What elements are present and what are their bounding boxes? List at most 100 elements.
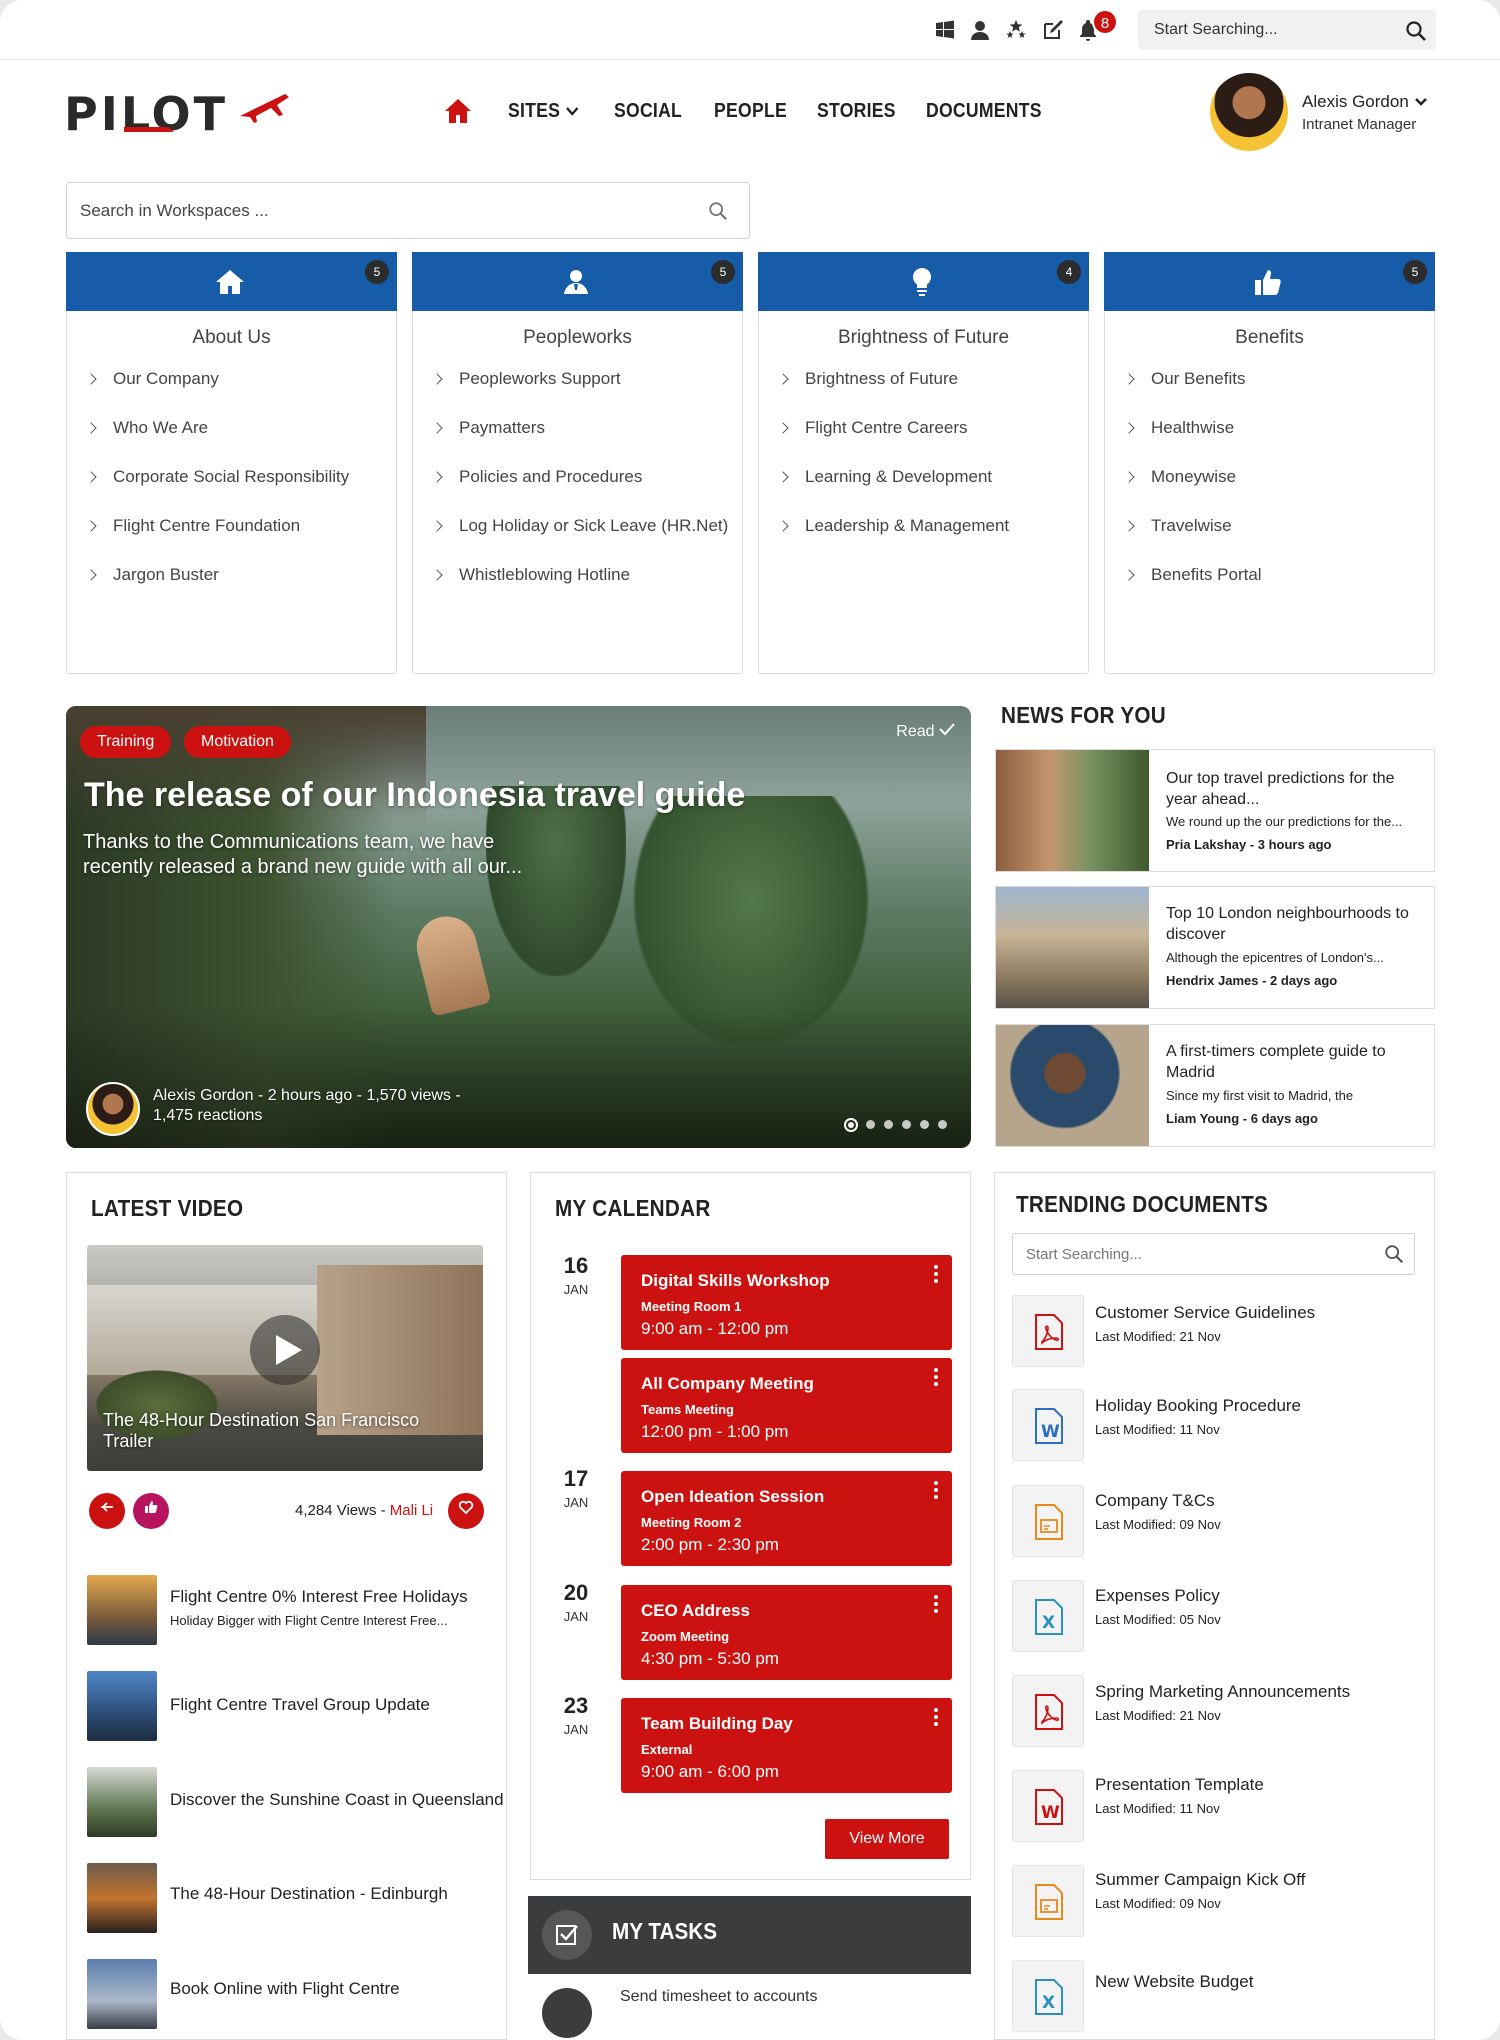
user-icon[interactable] — [968, 18, 992, 42]
category-link[interactable]: Healthwise — [1123, 418, 1234, 438]
category-link[interactable]: Moneywise — [1123, 467, 1236, 487]
news-title[interactable]: Top 10 London neighbourhoods to discover — [1166, 903, 1416, 945]
slides-file-icon[interactable] — [1012, 1485, 1084, 1557]
like-icon[interactable] — [133, 1493, 169, 1529]
document-title[interactable]: Spring Marketing Announcements — [1095, 1682, 1350, 1702]
slides-file-icon[interactable] — [1012, 1865, 1084, 1937]
carousel-dot[interactable] — [866, 1120, 875, 1129]
carousel-dot[interactable] — [884, 1120, 893, 1129]
video-list-thumb[interactable] — [87, 1575, 157, 1645]
nav-social[interactable]: SOCIAL — [614, 100, 682, 123]
category-link[interactable]: Log Holiday or Sick Leave (HR.Net) — [431, 516, 728, 536]
task-item[interactable]: Send timesheet to accounts — [528, 1974, 971, 2040]
search-icon[interactable] — [1404, 19, 1428, 43]
category-link[interactable]: Brightness of Future — [777, 369, 958, 389]
video-author[interactable]: Mali Li — [390, 1502, 433, 1519]
stars-icon[interactable] — [1004, 18, 1028, 42]
video-thumbnail[interactable]: The 48-Hour Destination San Francisco Tr… — [87, 1245, 483, 1471]
video-list-title[interactable]: Flight Centre Travel Group Update — [170, 1695, 430, 1715]
hero-carousel[interactable]: Training Motivation Read The release of … — [66, 706, 971, 1148]
news-title[interactable]: A first-timers complete guide to Madrid — [1166, 1041, 1416, 1083]
category-link[interactable]: Our Benefits — [1123, 369, 1246, 389]
video-list-thumb[interactable] — [87, 1671, 157, 1741]
more-options-icon[interactable] — [934, 1481, 938, 1502]
category-link[interactable]: Corporate Social Responsibility — [85, 467, 349, 487]
more-options-icon[interactable] — [934, 1595, 938, 1616]
carousel-dot[interactable] — [920, 1120, 929, 1129]
category-link[interactable]: Benefits Portal — [1123, 565, 1262, 585]
category-link[interactable]: Leadership & Management — [777, 516, 1009, 536]
video-list-title[interactable]: Discover the Sunshine Coast in Queenslan… — [170, 1790, 504, 1810]
home-nav-icon[interactable] — [444, 98, 472, 124]
carousel-dot[interactable] — [938, 1120, 947, 1129]
document-title[interactable]: Expenses Policy — [1095, 1586, 1220, 1606]
news-card[interactable]: Top 10 London neighbourhoods to discover… — [995, 886, 1435, 1009]
task-title[interactable]: Send timesheet to accounts — [620, 1988, 817, 2006]
view-more-button[interactable]: View More — [825, 1819, 949, 1859]
video-list-title[interactable]: Book Online with Flight Centre — [170, 1979, 400, 1999]
user-avatar[interactable] — [1210, 73, 1288, 151]
video-list-title[interactable]: Flight Centre 0% Interest Free Holidays — [170, 1587, 468, 1607]
calendar-event[interactable]: Digital Skills Workshop Meeting Room 1 9:0… — [621, 1255, 952, 1350]
tag-motivation[interactable]: Motivation — [184, 726, 291, 758]
nav-sites[interactable]: SITES — [508, 100, 579, 123]
search-icon[interactable] — [1383, 1243, 1405, 1265]
heart-icon[interactable] — [448, 1493, 484, 1529]
search-icon[interactable] — [707, 200, 729, 222]
nav-people[interactable]: PEOPLE — [714, 100, 787, 123]
play-button[interactable] — [250, 1315, 320, 1385]
category-link[interactable]: Flight Centre Careers — [777, 418, 968, 438]
read-status[interactable]: Read — [896, 722, 955, 741]
category-link[interactable]: Jargon Buster — [85, 565, 219, 585]
category-link[interactable]: Flight Centre Foundation — [85, 516, 300, 536]
hero-title[interactable]: The release of our Indonesia travel guid… — [84, 776, 745, 815]
user-name[interactable]: Alexis Gordon — [1302, 92, 1428, 112]
pdf-file-icon[interactable] — [1012, 1675, 1084, 1747]
category-link[interactable]: Policies and Procedures — [431, 467, 642, 487]
word-file-icon[interactable]: W — [1012, 1389, 1084, 1461]
calendar-event[interactable]: CEO Address Zoom Meeting 4:30 pm - 5:30 pm — [621, 1585, 952, 1680]
excel-file-icon[interactable]: X — [1012, 1580, 1084, 1652]
category-card-header[interactable]: 5 — [412, 252, 743, 311]
more-options-icon[interactable] — [934, 1368, 938, 1389]
edit-icon[interactable] — [1041, 18, 1065, 42]
calendar-event[interactable]: Team Building Day External 9:00 am - 6:00 … — [621, 1698, 952, 1793]
news-card[interactable]: A first-timers complete guide to Madrid … — [995, 1024, 1435, 1147]
category-card-header[interactable]: 5 — [66, 252, 397, 311]
video-list-title[interactable]: The 48-Hour Destination - Edinburgh — [170, 1884, 448, 1904]
pilot-logo[interactable]: PILOT — [64, 87, 294, 141]
news-card[interactable]: Our top travel predictions for the year … — [995, 749, 1435, 872]
nav-documents[interactable]: DOCUMENTS — [926, 100, 1042, 123]
author-avatar[interactable] — [86, 1082, 140, 1136]
windows-icon[interactable] — [933, 18, 957, 42]
category-link[interactable]: Paymatters — [431, 418, 545, 438]
global-search-input[interactable] — [1138, 10, 1388, 50]
calendar-event[interactable]: All Company Meeting Teams Meeting 12:00 pm… — [621, 1358, 952, 1453]
category-link[interactable]: Who We Are — [85, 418, 208, 438]
more-options-icon[interactable] — [934, 1708, 938, 1729]
document-title[interactable]: New Website Budget — [1095, 1972, 1253, 1992]
document-title[interactable]: Holiday Booking Procedure — [1095, 1396, 1301, 1416]
category-card-header[interactable]: 4 — [758, 252, 1089, 311]
category-link[interactable]: Travelwise — [1123, 516, 1232, 536]
documents-search-input[interactable] — [1013, 1234, 1363, 1274]
more-options-icon[interactable] — [934, 1265, 938, 1286]
document-title[interactable]: Company T&Cs — [1095, 1491, 1215, 1511]
word-file-icon[interactable]: W — [1012, 1770, 1084, 1842]
category-link[interactable]: Whistleblowing Hotline — [431, 565, 630, 585]
document-title[interactable]: Presentation Template — [1095, 1775, 1264, 1795]
nav-stories[interactable]: STORIES — [817, 100, 896, 123]
pdf-file-icon[interactable] — [1012, 1295, 1084, 1367]
video-list-thumb[interactable] — [87, 1863, 157, 1933]
excel-file-icon[interactable]: X — [1012, 1960, 1084, 2032]
calendar-event[interactable]: Open Ideation Session Meeting Room 2 2:00 … — [621, 1471, 952, 1566]
document-title[interactable]: Summer Campaign Kick Off — [1095, 1870, 1305, 1890]
workspace-search-input[interactable] — [67, 183, 687, 238]
document-title[interactable]: Customer Service Guidelines — [1095, 1303, 1315, 1323]
reaction-icon[interactable] — [89, 1493, 125, 1529]
category-link[interactable]: Peopleworks Support — [431, 369, 621, 389]
news-title[interactable]: Our top travel predictions for the year … — [1166, 768, 1416, 810]
tag-training[interactable]: Training — [80, 726, 172, 758]
video-list-thumb[interactable] — [87, 1767, 157, 1837]
category-link[interactable]: Our Company — [85, 369, 219, 389]
